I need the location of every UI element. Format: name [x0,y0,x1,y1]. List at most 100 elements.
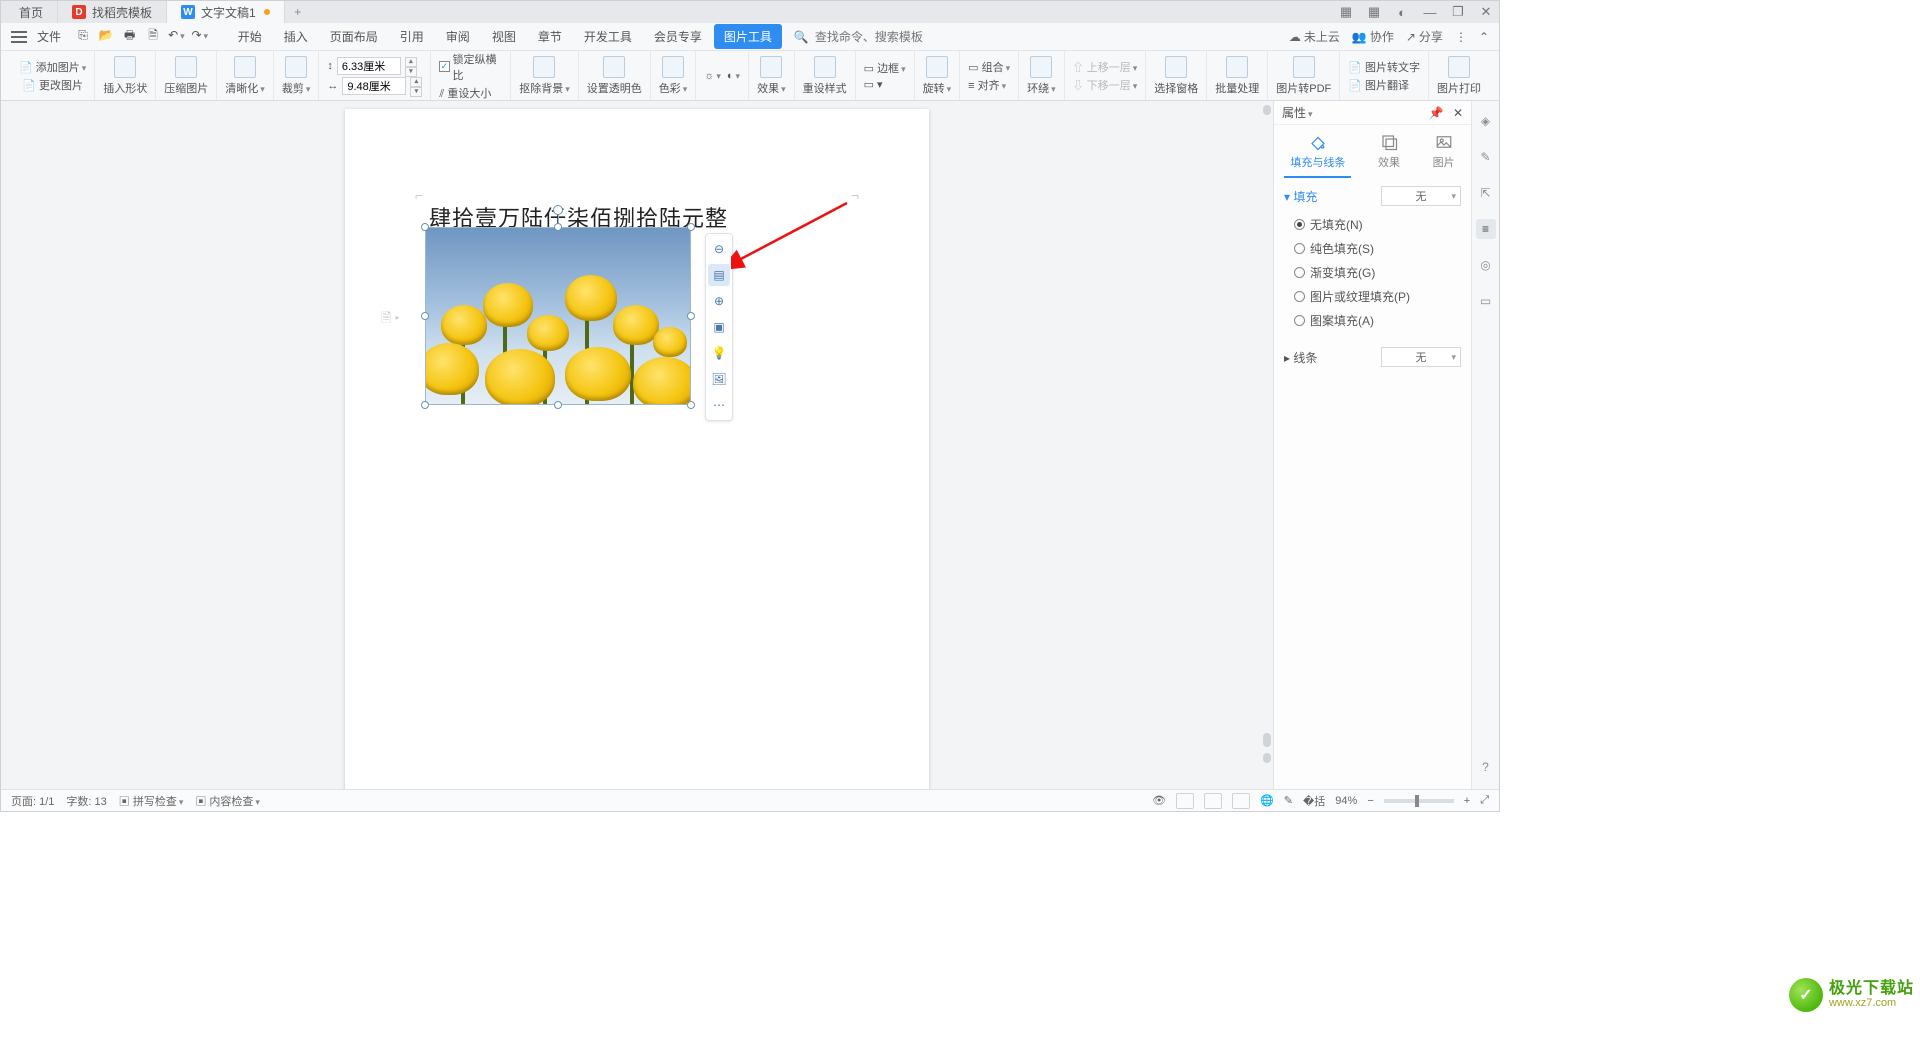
view-mode-3[interactable] [1232,793,1250,809]
status-spellcheck[interactable]: ▣ 拼写检查 [119,793,184,809]
side-diamond-icon[interactable]: ◈ [1476,111,1496,131]
move-down-button[interactable]: ⇩ 下移一层 [1073,77,1138,93]
document-canvas[interactable]: ⌐¬ 肆拾壹万陆仟柒佰捌拾陆元整 🗎 ▸ [1,101,1273,789]
command-search[interactable]: 🔍 [794,29,933,45]
height-input[interactable] [337,57,401,75]
menu-collapse-icon[interactable]: ⌃ [1479,30,1489,44]
share-button[interactable]: ↗ 分享 [1406,28,1443,45]
menu-member[interactable]: 会员专享 [644,24,712,49]
side-settings-icon[interactable]: ≡ [1476,219,1496,239]
menu-chapter[interactable]: 章节 [528,24,572,49]
menu-picturetools[interactable]: 图片工具 [714,24,782,49]
rgrp-color[interactable]: 色彩 [651,51,697,100]
rgrp-topdf[interactable]: 图片转PDF [1268,51,1340,100]
move-up-button[interactable]: ⇧ 上移一层 [1073,59,1138,75]
menu-more-icon[interactable]: ⋮ [1455,30,1467,44]
img-to-text-button[interactable]: 📄 图片转文字 [1348,59,1420,75]
zoom-expand-icon[interactable]: ⤢ [1480,794,1489,807]
resize-handle-ne[interactable] [687,223,695,231]
side-rect-icon[interactable]: ▭ [1476,291,1496,311]
menu-review[interactable]: 审阅 [436,24,480,49]
brightness-button[interactable]: ☼ [704,70,721,82]
panel-tab-effect[interactable]: 效果 [1372,131,1406,178]
file-menu[interactable]: 文件 [37,28,61,45]
user-avatar-icon[interactable]: ◐ [1393,5,1411,20]
fill-section-toggle[interactable]: ▾ 填充 [1284,188,1317,205]
collaborate-button[interactable]: 👥 协作 [1352,28,1394,45]
fill-pattern-radio[interactable]: 图案填充(A) [1294,310,1461,331]
mini-zoomout-button[interactable]: ⊖ [708,238,730,260]
rgrp-crop[interactable]: 裁剪 [274,51,320,100]
window-close-button[interactable]: ✕ [1477,4,1495,20]
qat-printpreview-icon[interactable]: 🗎 [143,26,163,47]
status-ruler-icon[interactable]: ✎ [1284,794,1293,807]
qat-open-icon[interactable]: 📂 [96,28,116,42]
zoom-out-button[interactable]: − [1367,795,1373,807]
rgrp-resetstyle[interactable]: 重设样式 [795,51,856,100]
rgrp-print[interactable]: 图片打印 [1429,51,1489,100]
zoom-value[interactable]: 94% [1335,795,1357,807]
panel-tab-fillline[interactable]: 填充与线条 [1284,131,1351,178]
panel-pin-icon[interactable]: 📌 [1429,106,1444,120]
resize-handle-w[interactable] [421,312,429,320]
fill-picture-radio[interactable]: 图片或纹理填充(P) [1294,286,1461,307]
rgrp-sharpen[interactable]: 清晰化 [217,51,274,100]
tab-templates[interactable]: D找稻壳模板 [58,1,167,23]
resize-handle-e[interactable] [687,312,695,320]
mini-crop-button[interactable]: ▣ [708,316,730,338]
border-gallery-icon[interactable]: ▭ ▾ [864,78,883,91]
rgrp-selpane[interactable]: 选择窗格 [1146,51,1207,100]
lock-aspect-checkbox[interactable]: ✓锁定纵横比 [439,51,502,83]
side-select-icon[interactable]: ⇱ [1476,183,1496,203]
window-minimize-button[interactable]: — [1421,5,1439,20]
fill-none-radio[interactable]: 无填充(N) [1294,214,1461,235]
fill-solid-radio[interactable]: 纯色填充(S) [1294,238,1461,259]
contrast-button[interactable]: ◐ [727,70,740,82]
resize-handle-sw[interactable] [421,401,429,409]
selected-image[interactable] [425,227,691,405]
resize-handle-se[interactable] [687,401,695,409]
rgrp-wrap[interactable]: 环绕 [1019,51,1065,100]
vertical-scrollbar[interactable] [1261,103,1273,765]
zoom-in-button[interactable]: + [1464,795,1470,807]
panel-tab-image[interactable]: 图片 [1427,131,1461,178]
change-image-button[interactable]: 📄 更改图片 [22,77,83,93]
menu-insert[interactable]: 插入 [274,24,318,49]
tab-home[interactable]: 首页 [5,1,58,23]
mini-more-button[interactable]: ⋯ [708,394,730,416]
status-words[interactable]: 字数: 13 [66,793,106,809]
menu-view[interactable]: 视图 [482,24,526,49]
tab-document[interactable]: W文字文稿1 [167,1,285,23]
mini-image-button[interactable]: 🖼 [708,368,730,390]
status-eye-icon[interactable]: 👁 [1152,794,1166,807]
rgrp-effect[interactable]: 效果 [749,51,795,100]
search-input[interactable] [813,29,933,45]
status-page[interactable]: 页面: 1/1 [11,793,54,809]
rotate-handle[interactable] [553,205,563,215]
rgrp-insertshape[interactable]: 插入形状 [95,51,156,100]
menu-start[interactable]: 开始 [228,24,272,49]
line-section-toggle[interactable]: ▸ 线条 [1284,349,1317,366]
menu-reference[interactable]: 引用 [390,24,434,49]
qat-redo-button[interactable]: ↷ [190,28,210,42]
line-select[interactable]: 无 [1381,347,1461,367]
resize-handle-s[interactable] [554,401,562,409]
menu-devtools[interactable]: 开发工具 [574,24,642,49]
height-stepper[interactable]: ▴▾ [405,57,417,75]
mini-layout-button[interactable]: ▤ [708,264,730,286]
fill-select[interactable]: 无 [1381,186,1461,206]
resize-handle-n[interactable] [554,223,562,231]
side-target-icon[interactable]: ◎ [1476,255,1496,275]
add-image-button[interactable]: 📄 添加图片 [19,59,86,75]
rgrp-compress[interactable]: 压缩图片 [156,51,217,100]
status-globe-icon[interactable]: 🌐 [1260,794,1274,807]
combine-button[interactable]: ▭ 组合 [968,59,1010,75]
align-button[interactable]: ≡ 对齐 [968,77,1006,93]
qat-new-icon[interactable]: ⎘ [73,28,93,43]
rgrp-rotate[interactable]: 旋转 [915,51,961,100]
status-contentcheck[interactable]: ▣ 内容检查 [195,793,260,809]
view-mode-1[interactable] [1176,793,1194,809]
width-input[interactable] [342,77,406,95]
side-pencil-icon[interactable]: ✎ [1476,147,1496,167]
width-stepper[interactable]: ▴▾ [410,77,422,95]
